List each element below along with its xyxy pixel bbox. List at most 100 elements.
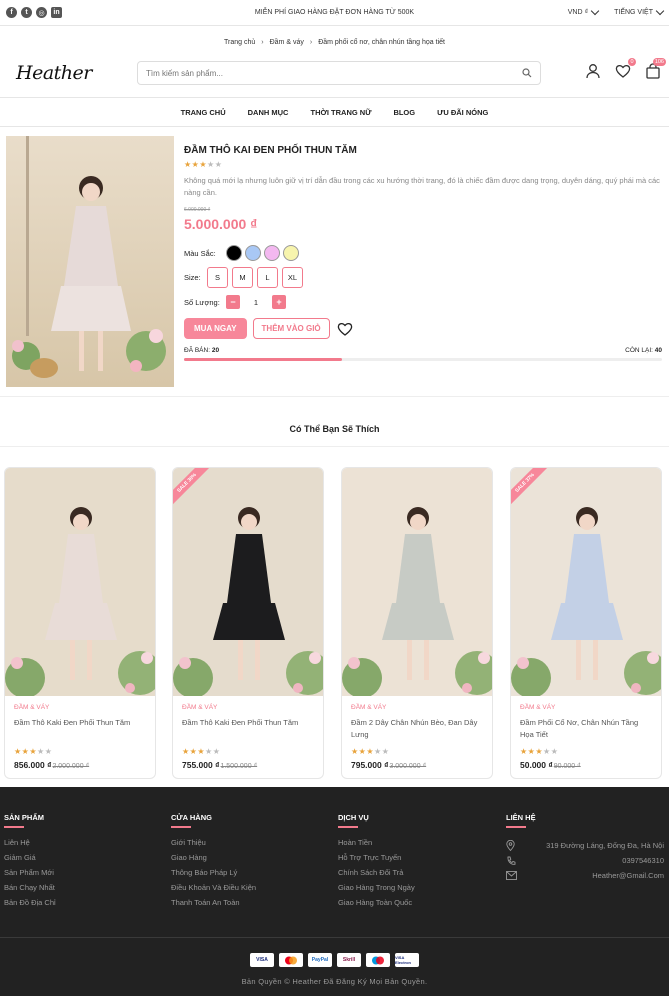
footer-link[interactable]: Thông Báo Pháp Lý	[171, 868, 256, 883]
contact-address: 319 Đường Láng, Đống Đa, Hà Nội	[546, 841, 664, 850]
product-card-name[interactable]: Đầm 2 Dây Chân Nhún Bèo, Đan Dây Lưng	[351, 717, 483, 741]
product-card-name[interactable]: Đầm Phối Cổ Nơ, Chân Nhún Tầng Họa Tiết	[520, 717, 652, 741]
email-icon	[506, 871, 517, 880]
instagram-icon[interactable]: ◎	[36, 7, 47, 18]
quantity-value[interactable]: 1	[240, 298, 272, 307]
wishlist-icon[interactable]: 0	[615, 58, 636, 79]
nav-blog[interactable]: BLOG	[393, 108, 415, 117]
social-links: f t ◎ in	[6, 7, 62, 18]
footer-link[interactable]: Thanh Toán An Toàn	[171, 898, 256, 913]
product-card-category[interactable]: ĐẦM & VÁY	[14, 704, 155, 711]
product-card[interactable]: ĐẦM & VÁY Đầm Thô Kaki Đen Phối Thun Tăm…	[4, 467, 156, 779]
product-card-name[interactable]: Đầm Thô Kaki Đen Phối Thun Tăm	[182, 717, 314, 741]
copyright: Bản Quyền © Heather Đã Đăng Ký Mọi Bản Q…	[241, 977, 428, 986]
footer-link[interactable]: Chính Sách Đổi Trả	[338, 868, 415, 883]
size-option-m[interactable]: M	[232, 267, 253, 288]
skrill-icon: Skrill	[337, 953, 361, 967]
product-card-image[interactable]	[5, 468, 155, 696]
header: Heather 0 106	[0, 49, 669, 97]
footer: SẢN PHẨM Liên Hệ Giảm Giá Sản Phẩm Mới B…	[0, 787, 669, 996]
product-price: 5.000.000 ₫	[184, 216, 258, 232]
footer-store: CỬA HÀNG Giới Thiệu Giao Hàng Thông Báo …	[171, 813, 256, 913]
footer-link[interactable]: Giảm Giá	[4, 853, 56, 868]
add-to-cart-button[interactable]: THÊM VÀO GIỎ	[252, 318, 330, 339]
product-card-category[interactable]: ĐẦM & VÁY	[351, 704, 492, 711]
footer-link[interactable]: Bản Đồ Địa Chỉ	[4, 898, 56, 913]
language-select[interactable]: TIẾNG VIỆT	[614, 6, 665, 16]
product-card-category[interactable]: ĐẦM & VÁY	[520, 704, 661, 711]
breadcrumb-category[interactable]: Đầm & váy	[270, 39, 304, 46]
product-card-rating: ★★★★★	[14, 747, 53, 756]
footer-link[interactable]: Giới Thiệu	[171, 838, 256, 853]
footer-link[interactable]: Hỗ Trợ Trực Tuyến	[338, 853, 415, 868]
color-swatch-pink[interactable]	[264, 245, 280, 261]
facebook-icon[interactable]: f	[6, 7, 17, 18]
nav-women-fashion[interactable]: THỜI TRANG NỮ	[310, 108, 371, 117]
sold-progress-bar	[184, 358, 662, 361]
footer-contact: LIÊN HỆ 319 Đường Láng, Đống Đa, Hà Nội …	[506, 813, 664, 880]
linkedin-icon[interactable]: in	[51, 7, 62, 18]
footer-link[interactable]: Giao Hàng Trong Ngày	[338, 883, 415, 898]
size-option-s[interactable]: S	[207, 267, 228, 288]
mastercard-icon	[366, 953, 390, 967]
product-card-image[interactable]	[342, 468, 492, 696]
quantity-decrease-button[interactable]: −	[226, 295, 240, 309]
chevron-down-icon	[590, 6, 600, 16]
color-swatch-yellow[interactable]	[283, 245, 299, 261]
location-icon	[506, 840, 515, 851]
product-card[interactable]: SALE 30% ĐẦM & VÁY Đầm Thô Kaki Đen Phối…	[172, 467, 324, 779]
footer-link[interactable]: Sản Phẩm Mới	[4, 868, 56, 883]
product-card-rating: ★★★★★	[520, 747, 559, 756]
currency-select[interactable]: VND ₫	[568, 6, 600, 16]
product-old-price: 6.000.000 ₫	[184, 207, 211, 213]
product-rating: ★★★★★	[184, 160, 223, 169]
product-card[interactable]: SALE 37% ĐẦM & VÁY Đầm Phối Cổ Nơ, Chân …	[510, 467, 662, 779]
breadcrumb-home[interactable]: Trang chủ	[224, 39, 255, 46]
visa-icon: VISA	[250, 953, 274, 967]
breadcrumb: Trang chủ › Đầm & váy › Đầm phối cổ nơ, chân…	[224, 39, 445, 46]
twitter-icon[interactable]: t	[21, 7, 32, 18]
size-label: Size:	[184, 273, 201, 282]
quantity-increase-button[interactable]: +	[272, 295, 286, 309]
product-title: ĐẦM THÔ KAI ĐEN PHỐI THUN TĂM	[184, 145, 357, 156]
footer-link[interactable]: Liên Hệ	[4, 838, 56, 853]
product-card-image[interactable]: SALE 37%	[511, 468, 661, 696]
color-swatch-black[interactable]	[226, 245, 242, 261]
quantity-label: Số Lượng:	[184, 297, 220, 307]
product-card-name[interactable]: Đầm Thô Kaki Đen Phối Thun Tăm	[14, 717, 146, 741]
cart-icon[interactable]: 106	[645, 58, 666, 79]
product-card-old-price: 2.000.000 ₫	[52, 763, 90, 770]
nav-home[interactable]: TRANG CHỦ	[181, 108, 226, 117]
product-card-price: 856.000 ₫2.000.000 ₫	[14, 760, 90, 770]
color-swatch-blue[interactable]	[245, 245, 261, 261]
product-card-old-price: 90.000 ₫	[553, 763, 581, 770]
size-option-l[interactable]: L	[257, 267, 278, 288]
product-card-price: 50.000 ₫90.000 ₫	[520, 760, 581, 770]
nav-categories[interactable]: DANH MỤC	[248, 108, 289, 117]
product-card-image[interactable]: SALE 30%	[173, 468, 323, 696]
footer-link[interactable]: Giao Hàng Toàn Quốc	[338, 898, 415, 913]
buy-now-button[interactable]: MUA NGAY	[184, 318, 247, 339]
suggestions-title: Có Thể Bạn Sẽ Thích	[289, 424, 380, 434]
size-option-xl[interactable]: XL	[282, 267, 303, 288]
product-card[interactable]: ĐẦM & VÁY Đầm 2 Dây Chân Nhún Bèo, Đan D…	[341, 467, 493, 779]
nav-hot-deals[interactable]: ƯU ĐÃI NÓNG	[437, 108, 488, 117]
footer-service: DỊCH VỤ Hoàn Tiền Hỗ Trợ Trực Tuyến Chín…	[338, 813, 415, 913]
heart-icon[interactable]	[336, 321, 354, 337]
footer-link[interactable]: Bán Chạy Nhất	[4, 883, 56, 898]
footer-link[interactable]: Điều Khoản Và Điều Kiện	[171, 883, 256, 898]
top-bar: f t ◎ in MIỄN PHÍ GIAO HÀNG ĐẶT ĐƠN HÀNG…	[0, 0, 669, 26]
footer-link[interactable]: Hoàn Tiền	[338, 838, 415, 853]
search-icon[interactable]	[522, 68, 532, 78]
search-input[interactable]	[146, 68, 522, 78]
logo[interactable]: Heather	[16, 62, 136, 84]
sold-info: ĐÃ BÁN: 20	[184, 347, 220, 354]
product-card-rating: ★★★★★	[351, 747, 390, 756]
product-image[interactable]	[6, 136, 174, 387]
footer-link[interactable]: Giao Hàng	[171, 853, 256, 868]
product-card-old-price: 1.500.000 ₫	[220, 763, 258, 770]
account-icon[interactable]	[585, 63, 601, 79]
product-card-old-price: 3.000.000 ₫	[389, 763, 427, 770]
contact-email: Heather@Gmail.Com	[592, 871, 664, 880]
product-card-category[interactable]: ĐẦM & VÁY	[182, 704, 323, 711]
